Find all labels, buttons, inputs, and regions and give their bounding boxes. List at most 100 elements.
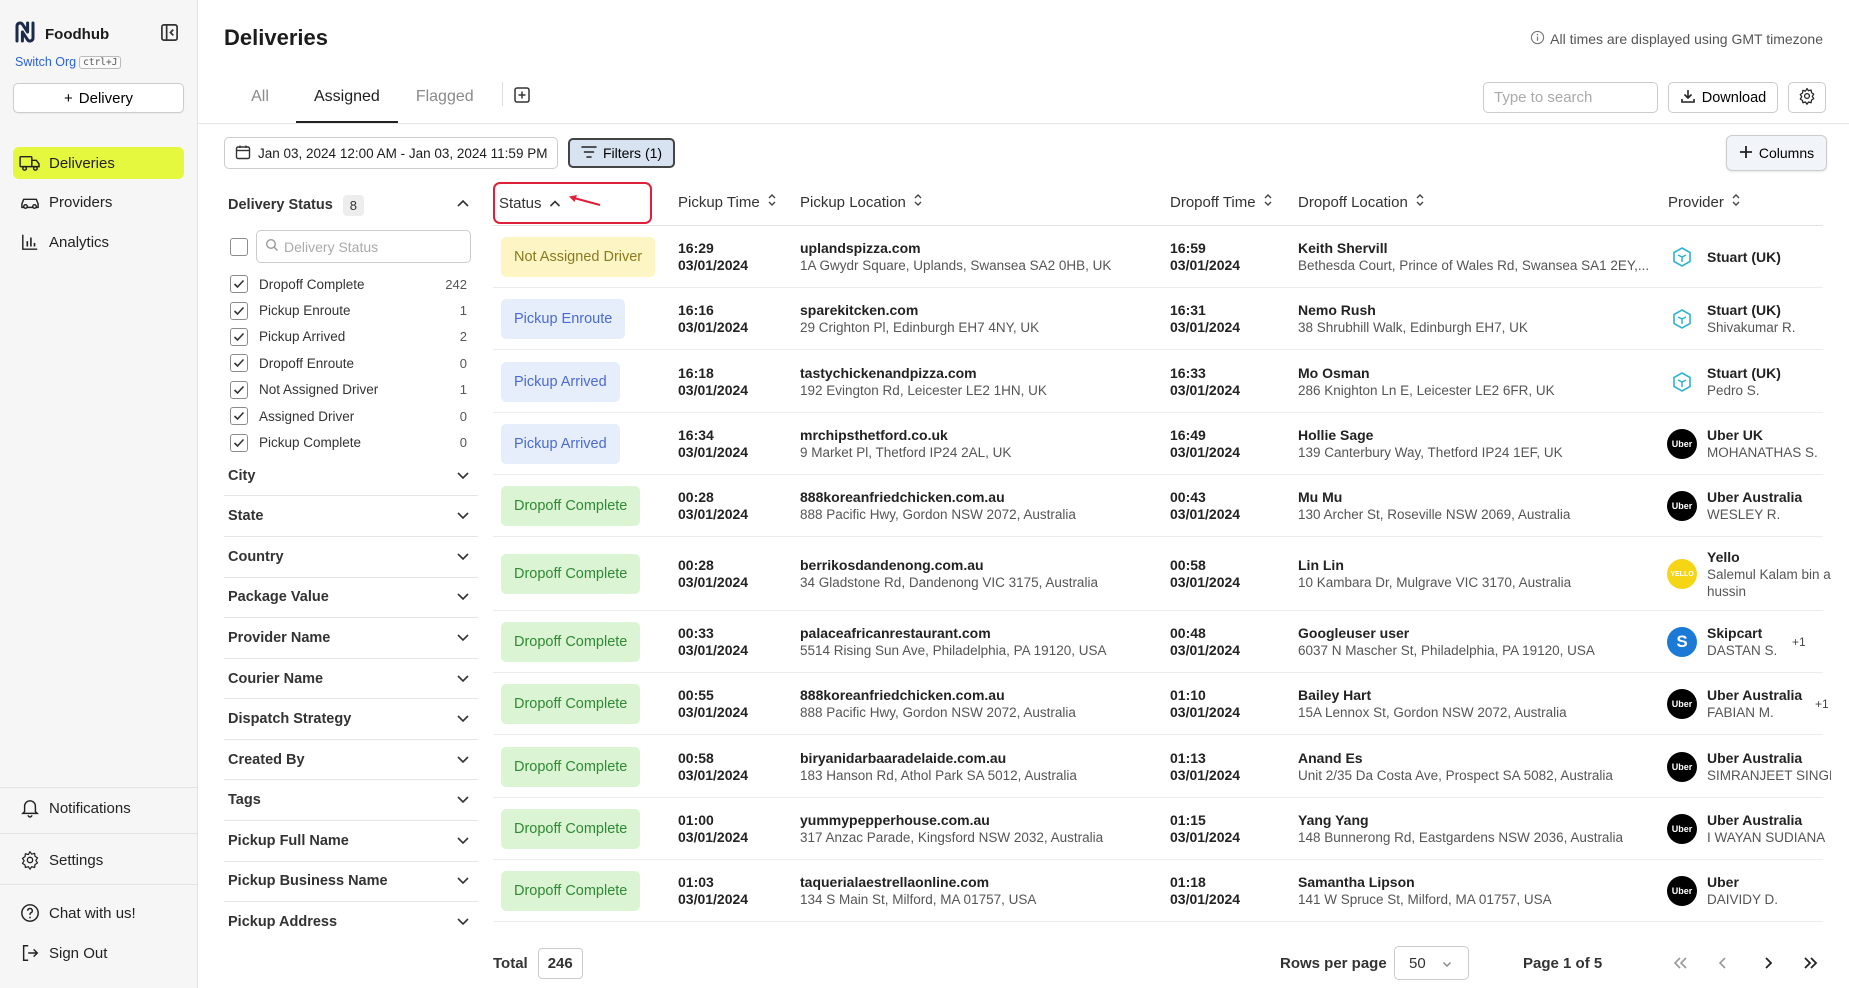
table-row[interactable]: Dropoff Complete 00:55 03/01/2024 888korean… <box>493 673 1829 735</box>
dropoff-address: 10 Kambara Dr, Mulgrave VIC 3170, Austra… <box>1298 575 1572 590</box>
table-row[interactable]: Dropoff Complete 00:28 03/01/2024 888korean… <box>493 475 1823 537</box>
delivery-status-options: Dropoff Complete 242 Pickup Enroute 1 Pickup… <box>224 271 478 456</box>
pickup-location-cell: biryanidarbaaradelaide.com.au 183 Hanson … <box>800 750 1160 784</box>
checkbox[interactable] <box>230 327 248 346</box>
pickup-time-cell: 00:33 03/01/2024 <box>678 625 748 659</box>
filter-section-tags[interactable]: Tags <box>224 780 478 822</box>
filter-section-pickup-business-name[interactable]: Pickup Business Name <box>224 862 478 903</box>
filter-section-state[interactable]: State <box>224 496 478 537</box>
sidebar-item-notifications[interactable]: Notifications <box>13 792 184 824</box>
filter-section-pickup-full-name[interactable]: Pickup Full Name <box>224 821 478 862</box>
status-option-label: Not Assigned Driver <box>259 382 379 398</box>
status-option-dropoff-complete[interactable]: Dropoff Complete 242 <box>230 271 478 297</box>
search-input[interactable] <box>1483 82 1658 113</box>
status-option-assigned-driver[interactable]: Assigned Driver 0 <box>230 403 478 429</box>
courier-name: FABIAN M. <box>1707 705 1774 720</box>
checkbox[interactable] <box>230 301 248 320</box>
tab-assigned[interactable]: Assigned <box>296 70 398 124</box>
sidebar-item-sign-out[interactable]: Sign Out <box>13 937 184 969</box>
uber-logo-icon: Uber <box>1667 751 1697 782</box>
extra-providers-badge[interactable]: +1 <box>1792 635 1806 649</box>
table-row[interactable]: Pickup Enroute 16:16 03/01/2024 sparekitcke… <box>493 288 1823 350</box>
column-header-label: Dropoff Time <box>1170 193 1256 211</box>
status-option-pickup-arrived[interactable]: Pickup Arrived 2 <box>230 324 478 350</box>
sidebar-collapse-icon[interactable] <box>159 22 179 42</box>
truck-icon <box>19 153 41 173</box>
date-range-picker[interactable]: Jan 03, 2024 12:00 AM - Jan 03, 2024 11:… <box>224 137 558 169</box>
delivery-status-search-input[interactable]: Delivery Status <box>256 230 471 263</box>
filter-section-provider-name[interactable]: Provider Name <box>224 618 478 659</box>
status-option-count: 0 <box>459 355 467 371</box>
sidebar-item-analytics[interactable]: Analytics <box>13 226 184 258</box>
next-page-icon[interactable] <box>1755 950 1781 976</box>
table-row[interactable]: Dropoff Complete 01:00 03/01/2024 yummypepp… <box>493 798 1825 860</box>
table-row[interactable]: Pickup Arrived 16:18 03/01/2024 tastychicke… <box>493 350 1823 413</box>
status-option-dropoff-enroute[interactable]: Dropoff Enroute 0 <box>230 350 478 376</box>
column-header-provider[interactable]: Provider <box>1668 193 1741 211</box>
filter-section-city[interactable]: City <box>224 456 478 497</box>
rows-per-page-select[interactable]: 50 <box>1394 946 1469 980</box>
pickup-time: 00:28 <box>678 489 714 505</box>
delivery-status-filter-header[interactable]: Delivery Status 8 <box>224 186 478 224</box>
checkbox[interactable] <box>230 275 248 294</box>
columns-button[interactable]: Columns <box>1726 135 1827 171</box>
search-icon <box>265 238 279 255</box>
column-header-pickup-time[interactable]: Pickup Time <box>678 193 777 211</box>
extra-providers-badge[interactable]: +1 <box>1815 697 1829 711</box>
sort-icon <box>1731 193 1741 211</box>
table-row[interactable]: Dropoff Complete 00:58 03/01/2024 biryanida… <box>493 735 1831 798</box>
table-row[interactable]: Dropoff Complete 00:33 03/01/2024 palaceafr… <box>493 611 1823 673</box>
red-arrow-annotation-icon <box>568 193 602 213</box>
courier-name: Salemul Kalam bin a <box>1707 566 1831 582</box>
filter-section-country[interactable]: Country <box>224 537 478 578</box>
table-row[interactable]: Dropoff Complete 01:03 03/01/2024 taquerial… <box>493 860 1823 922</box>
add-tab-icon[interactable] <box>513 70 531 124</box>
column-header-dropoff-time[interactable]: Dropoff Time <box>1170 193 1273 211</box>
filters-button[interactable]: Filters (1) <box>568 138 675 168</box>
filter-section-package-value[interactable]: Package Value <box>224 578 478 619</box>
filter-section-dispatch-strategy[interactable]: Dispatch Strategy <box>224 699 478 740</box>
filter-section-created-by[interactable]: Created By <box>224 740 478 781</box>
filter-section-pickup-address[interactable]: Pickup Address <box>224 902 478 941</box>
checkbox[interactable] <box>230 407 248 426</box>
first-page-icon[interactable] <box>1667 950 1693 976</box>
dropoff-name: Anand Es <box>1298 749 1363 766</box>
tab-all[interactable]: All <box>224 70 296 124</box>
bell-icon <box>19 798 41 818</box>
dropoff-location-cell: Keith Shervill Bethesda Court, Prince of … <box>1298 240 1658 274</box>
status-badge: Pickup Arrived <box>501 361 620 402</box>
column-header-dropoff-location[interactable]: Dropoff Location <box>1298 193 1425 211</box>
column-header-status[interactable]: Status <box>499 193 602 213</box>
pickup-location-cell: berrikosdandenong.com.au 34 Gladstone Rd,… <box>800 557 1160 591</box>
sidebar-item-providers[interactable]: Providers <box>13 186 184 218</box>
status-option-pickup-enroute[interactable]: Pickup Enroute 1 <box>230 297 478 323</box>
switch-org-link[interactable]: Switch Org ctrl+J <box>15 55 122 69</box>
table-row[interactable]: Not Assigned Driver 16:29 03/01/2024 upland… <box>493 226 1823 288</box>
checkbox[interactable] <box>230 354 248 373</box>
status-option-pickup-complete[interactable]: Pickup Complete 0 <box>230 429 478 455</box>
table-row[interactable]: Pickup Arrived 16:34 03/01/2024 mrchipsthet… <box>493 413 1823 475</box>
sidebar-item-label: Analytics <box>49 233 110 251</box>
tab-flagged[interactable]: Flagged <box>398 70 492 124</box>
filter-section-courier-name[interactable]: Courier Name <box>224 659 478 700</box>
status-option-not-assigned-driver[interactable]: Not Assigned Driver 1 <box>230 377 478 403</box>
sidebar-item-chat[interactable]: Chat with us! <box>13 897 184 929</box>
select-all-checkbox[interactable] <box>230 237 248 256</box>
add-delivery-button[interactable]: + Delivery <box>13 83 184 113</box>
brand[interactable]: Foodhub <box>13 20 109 49</box>
settings-button[interactable] <box>1788 82 1826 113</box>
sidebar-item-settings[interactable]: Settings <box>13 844 184 876</box>
previous-page-icon[interactable] <box>1710 950 1736 976</box>
dropoff-address: 139 Canterbury Way, Thetford IP24 1EF, U… <box>1298 445 1563 460</box>
download-button[interactable]: Download <box>1668 82 1778 113</box>
table-row[interactable]: Dropoff Complete 00:28 03/01/2024 berrikosd… <box>493 537 1831 611</box>
checkbox[interactable] <box>230 433 248 452</box>
status-option-label: Dropoff Complete <box>259 276 365 292</box>
sidebar-item-deliveries[interactable]: Deliveries <box>13 147 184 179</box>
column-header-pickup-location[interactable]: Pickup Location <box>800 193 923 211</box>
filter-section-label: Created By <box>228 751 305 768</box>
checkbox[interactable] <box>230 380 248 399</box>
chevron-up-icon[interactable] <box>456 197 470 213</box>
status-badge: Dropoff Complete <box>501 684 641 724</box>
last-page-icon[interactable] <box>1798 950 1824 976</box>
